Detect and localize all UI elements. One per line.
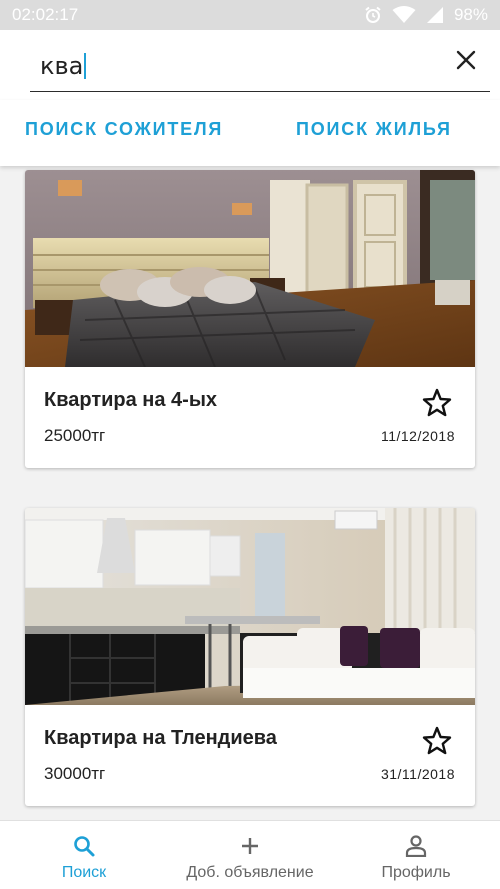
tab-roommate-search[interactable]: Поиск сожителя [25, 119, 223, 140]
bottom-navigation: Поиск Доб. объявление Профиль [0, 820, 500, 889]
alarm-icon [364, 6, 382, 24]
search-value: ква [40, 52, 84, 80]
nav-profile[interactable]: Профиль [368, 821, 464, 889]
listing-photo [25, 508, 475, 705]
nav-search[interactable]: Поиск [42, 821, 126, 889]
listing-photo [25, 170, 475, 367]
tabs-bar: Поиск сожителя Поиск жилья [0, 100, 500, 166]
battery-percent: 98% [453, 5, 488, 24]
star-outline-icon [421, 388, 453, 423]
person-icon [405, 834, 427, 858]
search-bar: ква [0, 30, 500, 100]
listing-date: 31/11/2018 [380, 766, 455, 782]
signal-icon [426, 6, 444, 24]
status-time: 02:02:17 [12, 5, 79, 24]
listing-card[interactable]: Квартира на 4-ых 25000тг 11/12/2018 [25, 170, 475, 468]
close-icon [456, 50, 476, 75]
nav-search-label: Поиск [61, 864, 107, 881]
listings-feed[interactable]: Квартира на 4-ых 25000тг 11/12/2018 Квар… [0, 166, 500, 820]
nav-add-listing[interactable]: Доб. объявление [170, 821, 330, 889]
search-icon [72, 834, 96, 858]
listing-title: Квартира на Тлендиева [44, 727, 277, 749]
nav-profile-label: Профиль [381, 864, 451, 881]
listing-date: 11/12/2018 [380, 428, 455, 444]
search-input[interactable]: ква [30, 48, 490, 92]
listing-card[interactable]: Квартира на Тлендиева 30000тг 31/11/2018 [25, 508, 475, 806]
favorite-button[interactable] [421, 387, 453, 419]
listing-title: Квартира на 4-ых [44, 389, 218, 411]
status-bar: 02:02:17 98% [0, 0, 500, 30]
favorite-button[interactable] [421, 725, 453, 757]
listing-price: 25000тг [44, 426, 106, 445]
nav-add-label: Доб. объявление [186, 864, 314, 881]
star-outline-icon [421, 726, 453, 761]
tab-housing-search[interactable]: Поиск жилья [296, 119, 452, 140]
listing-price: 30000тг [44, 764, 106, 783]
clear-search-button[interactable] [454, 50, 478, 74]
text-caret [84, 53, 87, 79]
plus-icon [240, 834, 260, 858]
wifi-icon [392, 6, 416, 24]
